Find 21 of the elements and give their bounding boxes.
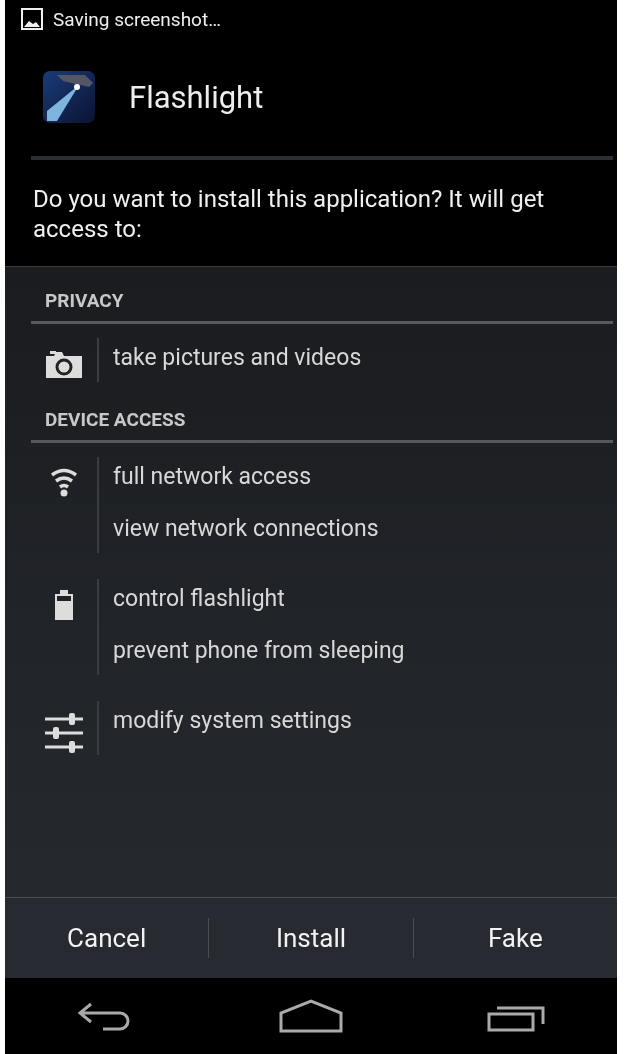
dialog-button[interactable]: Cancel xyxy=(5,898,209,978)
permission-text: prevent phone from sleeping xyxy=(113,636,405,666)
app-title: Flashlight xyxy=(129,78,264,116)
battery-icon xyxy=(53,589,75,621)
wifi-icon xyxy=(50,467,78,497)
permission-text: take pictures and videos xyxy=(113,343,362,373)
dialog-button[interactable]: Install xyxy=(209,898,413,978)
camera-icon xyxy=(44,348,84,380)
flashlight-app-icon xyxy=(43,71,95,123)
permission-text: view network connections xyxy=(113,514,379,544)
home-icon[interactable] xyxy=(279,999,343,1033)
section-header: DEVICE ACCESS xyxy=(45,408,186,431)
install-question: Do you want to install this application? It will get access to: xyxy=(32,184,546,245)
picture-icon xyxy=(21,8,43,30)
notification-text: Saving screenshot… xyxy=(53,7,221,31)
sliders-icon xyxy=(43,711,85,755)
dialog-button[interactable]: Fake xyxy=(413,898,617,978)
section-header: PRIVACY xyxy=(45,289,124,312)
permission-text: modify system settings xyxy=(113,706,352,736)
permission-text: full network access xyxy=(113,462,313,492)
permission-text: control flashlight xyxy=(113,584,286,614)
